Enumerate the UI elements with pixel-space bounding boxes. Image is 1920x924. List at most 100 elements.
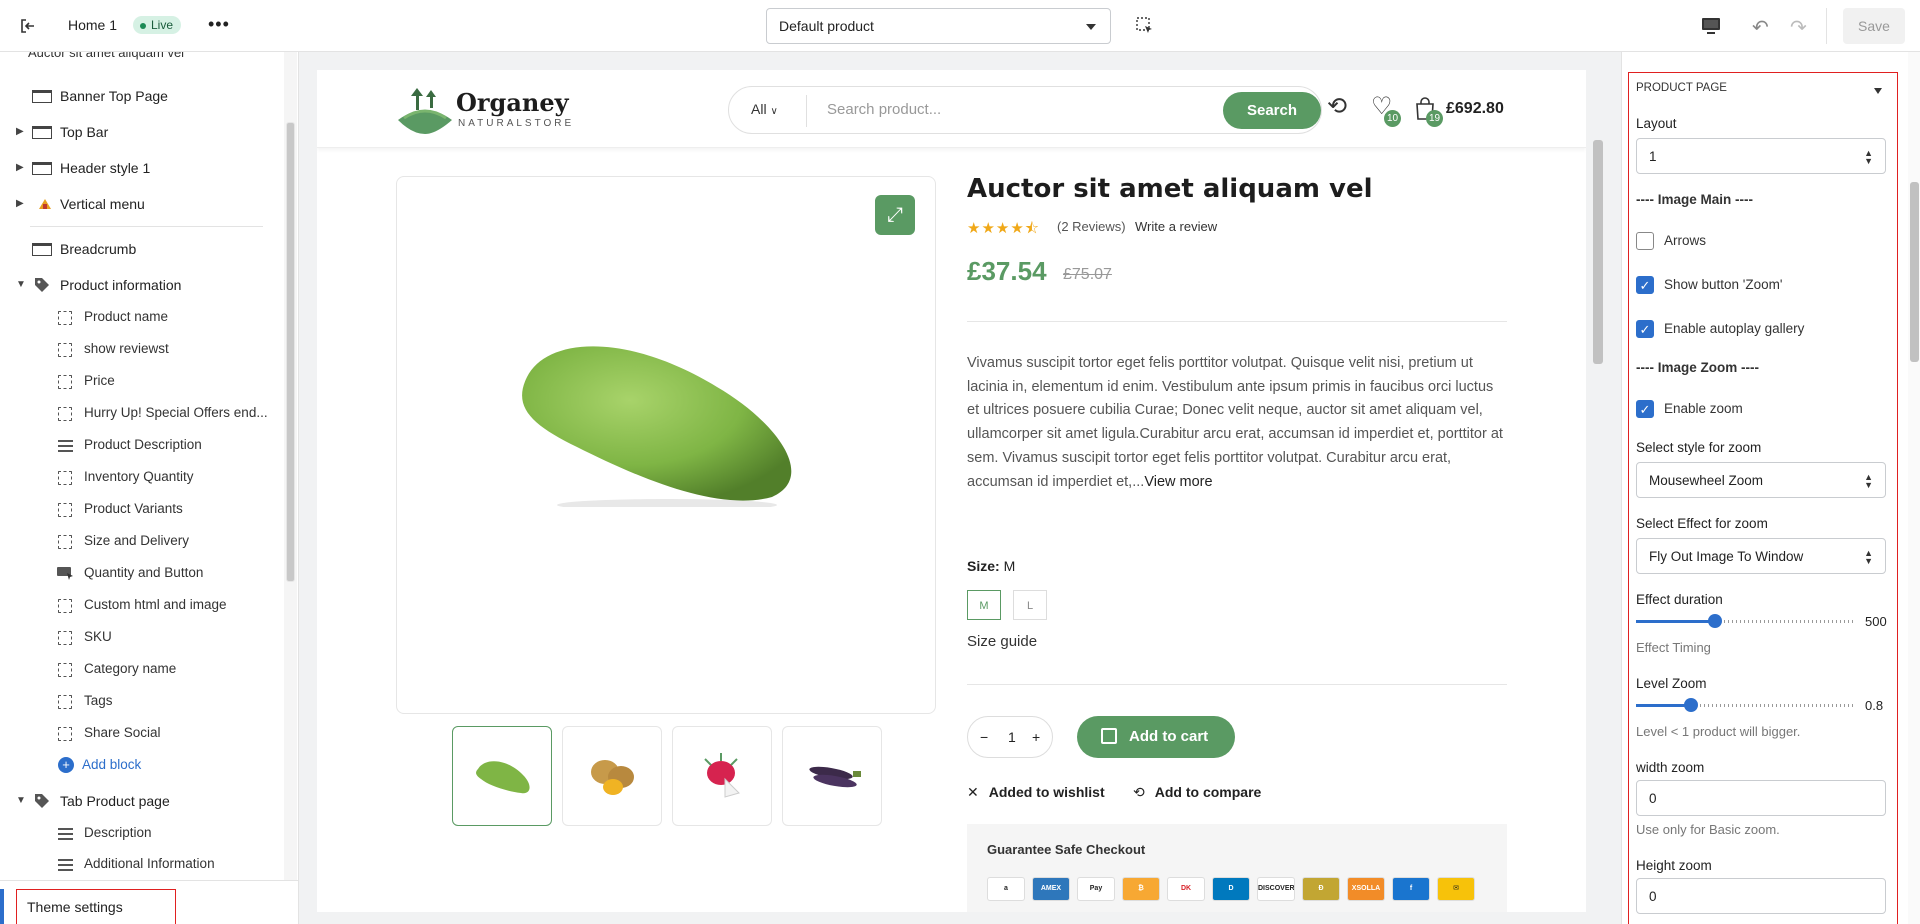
search-button[interactable]: Search [1223,92,1321,129]
thumbnail-dragonfruit[interactable] [672,726,772,826]
expand-zoom-button[interactable]: ⤢ [875,195,915,235]
settings-scrollbar[interactable] [1908,52,1920,924]
block-additional-information[interactable]: Additional Information [0,849,280,879]
save-button[interactable]: Save [1843,8,1905,44]
updown-icon: ▲ ▼ [1864,548,1873,566]
section-top-bar[interactable]: ▶ Top Bar [0,117,280,147]
scrollbar-thumb[interactable] [1910,182,1919,362]
more-icon[interactable]: ••• [208,14,230,35]
size-option-m[interactable]: M [967,590,1001,620]
store-preview: Organey NATURALSTORE All ∨ Search produc… [317,70,1586,912]
chevron-down-icon[interactable] [1874,88,1882,94]
width-zoom-input[interactable]: 0 [1636,780,1886,816]
block-tags[interactable]: Tags [0,686,280,716]
height-zoom-input[interactable]: 0 [1636,878,1886,914]
quantity-value[interactable]: 1 [1008,729,1016,745]
block-show-reviews[interactable]: show reviewst [0,334,280,364]
section-breadcrumb[interactable]: Breadcrumb [0,234,280,264]
desktop-icon[interactable] [1700,16,1722,36]
enable-zoom-checkbox[interactable]: ✓ Enable zoom [1636,400,1743,420]
product-main-image[interactable]: ⤢ [396,176,936,714]
checkbox-checked-icon[interactable]: ✓ [1636,320,1654,338]
checkbox-unchecked[interactable] [1636,232,1654,250]
block-category-name[interactable]: Category name [0,654,280,684]
scrollbar-thumb[interactable] [286,122,295,582]
block-icon [58,695,72,709]
section-header-style-1[interactable]: ▶ Header style 1 [0,153,280,183]
settings-section-title[interactable]: PRODUCT PAGE [1636,82,1727,94]
product-description: Vivamus suscipit tortor eget felis portt… [967,352,1509,494]
block-quantity-and-button[interactable]: Quantity and Button [0,558,280,588]
layout-label: Layout [1636,116,1677,131]
cart-total[interactable]: £692.80 [1446,100,1504,118]
caret-right-icon[interactable]: ▶ [16,153,24,183]
compare-link[interactable]: ⟲ Add to compare [1133,784,1261,801]
block-price[interactable]: Price [0,366,280,396]
block-sku[interactable]: SKU [0,622,280,652]
section-vertical-menu[interactable]: ▶ Vertical menu [0,189,280,219]
block-hurry-up[interactable]: Hurry Up! Special Offers end... [0,398,280,428]
block-description[interactable]: Description [0,818,280,848]
template-select-value: Default product [779,18,874,34]
level-zoom-slider[interactable] [1636,698,1856,712]
wishlist-link[interactable]: ✕ Added to wishlist [967,784,1105,801]
view-more-link[interactable]: View more [1144,474,1212,490]
sidebar-scrollbar[interactable] [284,52,297,924]
block-label: Custom html and image [84,597,227,612]
template-select[interactable]: Default product [766,8,1111,44]
size-selected: M [1003,558,1016,574]
redo-icon[interactable]: ↷ [1790,15,1807,40]
thumbnail-eggplant[interactable] [782,726,882,826]
size-guide-link[interactable]: Size guide [967,633,1037,650]
slider-knob[interactable] [1684,698,1698,712]
thumbnail-mango[interactable] [452,726,552,826]
zoom-style-select[interactable]: Mousewheel Zoom ▲ ▼ [1636,462,1886,498]
zoom-style-label: Select style for zoom [1636,440,1762,455]
search-input[interactable]: Search product... [827,101,941,118]
block-custom-html[interactable]: Custom html and image [0,590,280,620]
review-count[interactable]: (2 Reviews) [1057,219,1126,234]
effect-duration-slider[interactable] [1636,614,1856,628]
inspector-icon[interactable] [1135,16,1155,36]
block-product-name[interactable]: Product name [0,302,280,332]
add-block-button[interactable]: + Add block [58,750,141,780]
minus-icon[interactable]: − [980,729,988,745]
checkbox-checked-icon[interactable]: ✓ [1636,400,1654,418]
slider-knob[interactable] [1708,614,1723,628]
tag-icon [35,278,49,292]
write-review-link[interactable]: Write a review [1135,219,1217,234]
section-tab-product-page[interactable]: ▼ Tab Product page [0,786,280,816]
layout-select[interactable]: 1 ▲ ▼ [1636,138,1886,174]
quantity-stepper[interactable]: − 1 + [967,716,1053,758]
thumbnail-potato[interactable] [562,726,662,826]
exit-icon[interactable] [18,16,38,36]
show-zoom-button-checkbox[interactable]: ✓ Show button 'Zoom' [1636,276,1782,296]
section-product-information[interactable]: ▼ Product information [0,270,280,300]
block-icon [58,535,72,549]
zoom-effect-label: Select Effect for zoom [1636,516,1768,531]
block-share-social[interactable]: Share Social [0,718,280,748]
block-product-variants[interactable]: Product Variants [0,494,280,524]
checkbox-checked-icon[interactable]: ✓ [1636,276,1654,294]
arrows-checkbox[interactable]: Arrows [1636,232,1706,252]
plus-icon[interactable]: + [1032,729,1040,745]
caret-right-icon[interactable]: ▶ [16,117,24,147]
undo-icon[interactable]: ↶ [1752,15,1769,40]
autoplay-checkbox[interactable]: ✓ Enable autoplay gallery [1636,320,1804,340]
store-logo[interactable]: Organey NATURALSTORE [396,82,576,134]
theme-settings-button[interactable]: Theme settings [16,889,176,924]
block-product-description[interactable]: Product Description [0,430,280,460]
preview-scrollbar[interactable] [1591,70,1603,912]
zoom-effect-select[interactable]: Fly Out Image To Window ▲ ▼ [1636,538,1886,574]
block-size-and-delivery[interactable]: Size and Delivery [0,526,280,556]
scrollbar-thumb[interactable] [1593,140,1603,364]
caret-down-icon[interactable]: ▼ [16,270,26,300]
add-to-cart-button[interactable]: Add to cart [1077,716,1235,758]
search-category-select[interactable]: All ∨ [751,101,778,117]
size-option-l[interactable]: L [1013,590,1047,620]
section-banner-top-page[interactable]: Banner Top Page [0,81,280,111]
caret-right-icon[interactable]: ▶ [16,189,24,219]
refresh-icon[interactable]: ⟲ [1327,92,1347,121]
caret-down-icon[interactable]: ▼ [16,786,26,816]
block-inventory-quantity[interactable]: Inventory Quantity [0,462,280,492]
